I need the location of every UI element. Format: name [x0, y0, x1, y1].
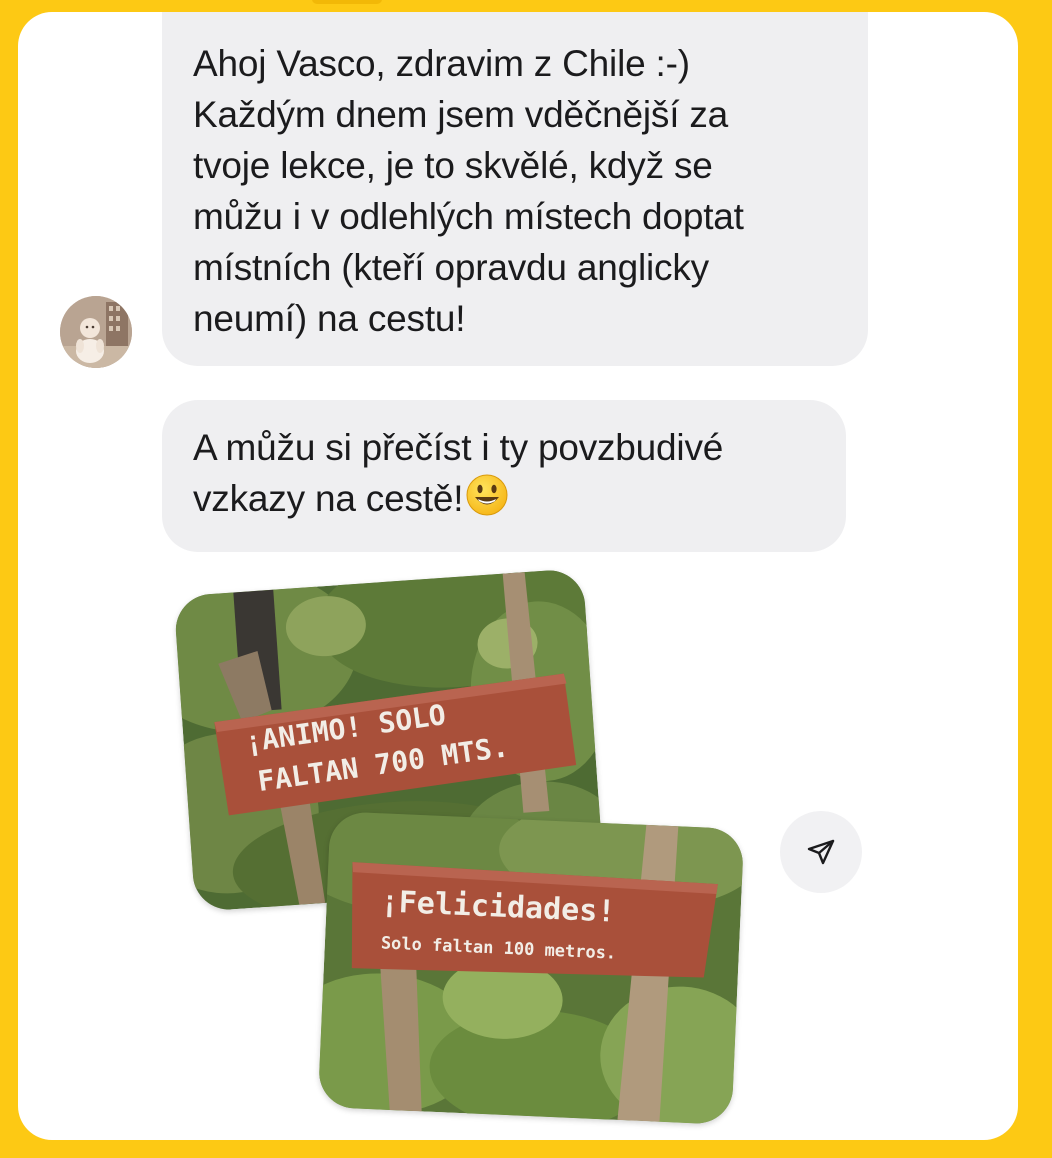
paper-plane-icon: [807, 839, 835, 865]
share-button[interactable]: [780, 811, 862, 893]
message-bubble[interactable]: Ahoj Vasco, zdravim z Chile :-) Každým d…: [162, 12, 868, 366]
trail-sign-photo: ¡Felicidades! Solo faltan 100 metros.: [317, 811, 745, 1125]
message-line: místních (kteří opravdu anglicky: [193, 247, 709, 288]
message-line: Ahoj Vasco, zdravim z Chile :-): [193, 43, 690, 84]
message-line: Každým dnem jsem vděčnější za: [193, 94, 729, 135]
avatar[interactable]: [60, 296, 132, 368]
smiling-face-emoji: [466, 474, 508, 516]
message-line: A můžu si přečíst i ty povzbudivé: [193, 427, 724, 468]
message-line: neumí) na cestu!: [193, 298, 466, 339]
message-text: vzkazy na cestě!: [193, 478, 464, 519]
message-bubble[interactable]: A můžu si přečíst i ty povzbudivé vzkazy…: [162, 400, 846, 552]
message-line: můžu i v odlehlých místech doptat: [193, 196, 744, 237]
message-line: tvoje lekce, je to skvělé, když se: [193, 145, 713, 186]
chat-thread: Ahoj Vasco, zdravim z Chile :-) Každým d…: [18, 12, 1018, 1140]
top-edge-pill: [312, 0, 382, 4]
avatar-photo: [60, 296, 132, 368]
message-line: vzkazy na cestě!: [193, 473, 846, 524]
photo-attachment[interactable]: ¡Felicidades! Solo faltan 100 metros.: [317, 811, 745, 1125]
